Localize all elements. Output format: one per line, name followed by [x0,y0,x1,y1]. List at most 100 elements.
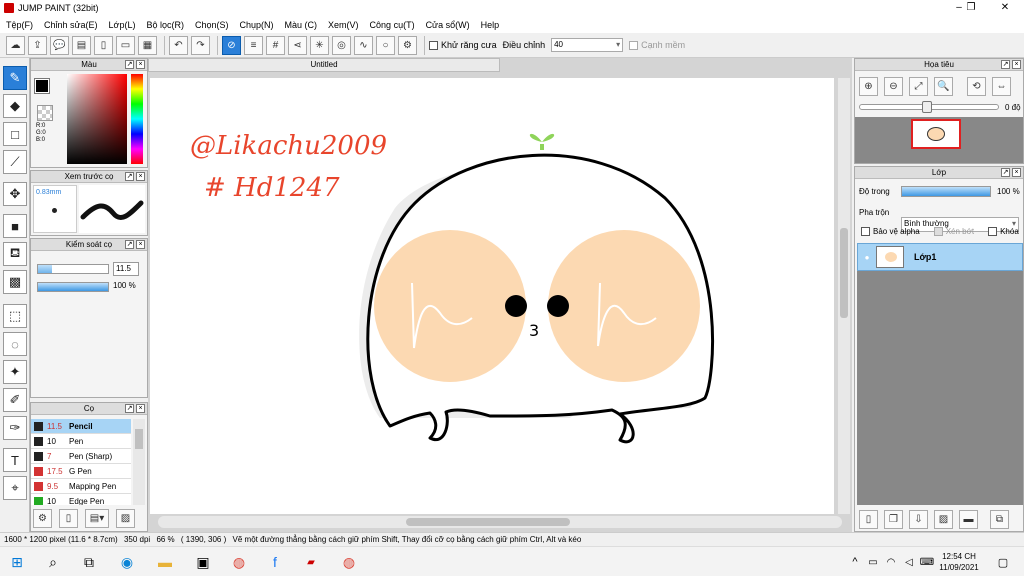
grid-snap-icon[interactable]: # [266,35,285,55]
concentric-snap-icon[interactable]: ◎ [332,35,351,55]
line-tool-icon[interactable]: ⟋ [3,150,27,174]
list-item[interactable]: 9.5 Mapping Pen [31,479,131,494]
perspective-snap-icon[interactable]: ⋖ [288,35,307,55]
menu-layer[interactable]: Lớp(L) [109,20,136,30]
undock-icon[interactable]: ↗ [125,60,134,69]
undo-icon[interactable]: ↶ [169,35,188,55]
undock-icon[interactable]: ↗ [1001,168,1010,177]
flip-icon[interactable]: ⇔ [992,77,1011,96]
zoom-icon[interactable]: 🔍 [934,77,953,96]
select-eraser-icon[interactable]: ✑ [3,416,27,440]
parallel-snap-icon[interactable]: ≡ [244,35,263,55]
protect-alpha-checkbox[interactable] [861,227,870,236]
new-brush-icon[interactable]: ▯ [59,509,78,528]
menu-window[interactable]: Cửa sổ(W) [426,20,470,30]
comment-icon[interactable]: ▤ [72,35,91,55]
brush-size-slider[interactable] [37,264,109,274]
fit-window-icon[interactable]: ⤢ [909,77,928,96]
text-tool-icon[interactable]: T [3,448,27,472]
layer-row[interactable]: ● Lớp1 [857,243,1023,271]
layer-visibility-icon[interactable]: ● [858,253,876,262]
brush-size-value[interactable]: 11.5 [113,262,139,276]
edge-browser-icon[interactable]: ◉ [114,551,140,573]
transparent-color-swatch[interactable] [37,105,53,121]
chrome-icon[interactable]: ◍ [226,551,252,573]
rect-select-icon[interactable]: ⬚ [3,304,27,328]
menu-help[interactable]: Help [481,20,500,30]
export-icon[interactable]: ⇪ [28,35,47,55]
clock[interactable]: 12:54 CH 11/09/2021 [934,551,984,573]
undock-icon[interactable]: ↗ [125,404,134,413]
shape-tool-icon[interactable]: □ [3,122,27,146]
layer-folder-icon[interactable]: ▬ [959,510,978,529]
radial-snap-icon[interactable]: ✳ [310,35,329,55]
rotate-reset-icon[interactable]: ⟲ [967,77,986,96]
eraser-tool-icon[interactable]: ◆ [3,94,27,118]
curve-snap-icon[interactable]: ∿ [354,35,373,55]
search-icon[interactable]: ⌕ [40,551,66,573]
zoom-in-icon[interactable]: ⊕ [859,77,878,96]
new-layer-copy-icon[interactable]: ❐ [884,510,903,529]
edge-checkbox[interactable] [629,40,639,50]
close-button[interactable]: ✕ [988,0,1022,16]
canvas-horizontal-scrollbar[interactable] [158,516,842,528]
grid-settings-icon[interactable]: ▦ [138,35,157,55]
layer-duplicate-icon[interactable]: ⧉ [990,510,1009,529]
clip-checkbox[interactable] [933,227,943,236]
move-tool-icon[interactable]: ✥ [3,182,27,206]
menu-select[interactable]: Chọn(S) [195,20,229,30]
brush-settings-icon[interactable]: ⚙ [33,509,52,528]
close-icon[interactable]: × [136,172,145,181]
saturation-value-picker[interactable] [67,74,127,164]
eyedropper-tool-icon[interactable]: ⌖ [3,476,27,500]
circle-snap-icon[interactable]: ○ [376,35,395,55]
list-item[interactable]: 11.5 Pencil [31,419,131,434]
hue-slider[interactable] [131,74,143,164]
list-item[interactable]: 7 Pen (Sharp) [31,449,131,464]
rotation-slider[interactable] [859,101,999,113]
gradient-tool-icon[interactable]: ▩ [3,270,27,294]
fill-rect-tool-icon[interactable]: ■ [3,214,27,238]
speech-bubble-icon[interactable]: 💬 [50,35,69,55]
brush-opacity-slider[interactable] [37,282,109,292]
new-layer-icon[interactable]: ▯ [859,510,878,529]
select-pen-icon[interactable]: ✐ [3,388,27,412]
jump-paint-icon[interactable]: ▰ [298,551,324,573]
undock-icon[interactable]: ↗ [125,172,134,181]
canvas-vertical-scrollbar[interactable] [838,78,850,514]
adjust-select[interactable]: 40 [551,38,624,52]
snap-settings-icon[interactable]: ⚙ [398,35,417,55]
menu-color[interactable]: Màu (C) [285,20,318,30]
brush-list-scrollbar[interactable] [133,419,145,505]
snap-off-icon[interactable]: ⊘ [222,35,241,55]
lasso-select-icon[interactable]: ◌ [3,332,27,356]
windows-start-icon[interactable]: ⊞ [4,551,30,573]
undock-icon[interactable]: ↗ [125,240,134,249]
close-icon[interactable]: × [136,60,145,69]
store-icon[interactable]: ▣ [190,551,216,573]
redo-icon[interactable]: ↷ [191,35,210,55]
list-item[interactable]: 17.5 G Pen [31,464,131,479]
document-tab[interactable]: Untitled [148,58,500,72]
restore-button[interactable]: ❐ [954,0,988,16]
cloud-icon[interactable]: ☁ [6,35,25,55]
chrome-icon-2[interactable]: ◍ [336,551,362,573]
navigator-preview[interactable] [855,117,1023,163]
page-icon[interactable]: ▭ [116,35,135,55]
menu-file[interactable]: Tệp(F) [6,20,33,30]
list-item[interactable]: 10 Pen [31,434,131,449]
menu-view[interactable]: Xem(V) [328,20,359,30]
task-view-icon[interactable]: ⧉ [76,551,102,573]
delete-brush-icon[interactable]: ▨ [116,509,135,528]
brush-menu-icon[interactable]: ▤▾ [85,509,109,528]
layer-opacity-slider[interactable] [901,186,991,197]
file-explorer-icon[interactable]: ▬ [152,551,178,573]
close-icon[interactable]: × [136,404,145,413]
close-icon[interactable]: × [136,240,145,249]
close-icon[interactable]: × [1012,60,1021,69]
lock-checkbox[interactable] [988,227,998,236]
merge-layer-icon[interactable]: ⇩ [909,510,928,529]
menu-capture[interactable]: Chụp(N) [240,20,274,30]
drawing-canvas[interactable]: 3 @Likachu2009 # Hd1247 [150,78,834,514]
menu-tools[interactable]: Công cụ(T) [370,20,415,30]
